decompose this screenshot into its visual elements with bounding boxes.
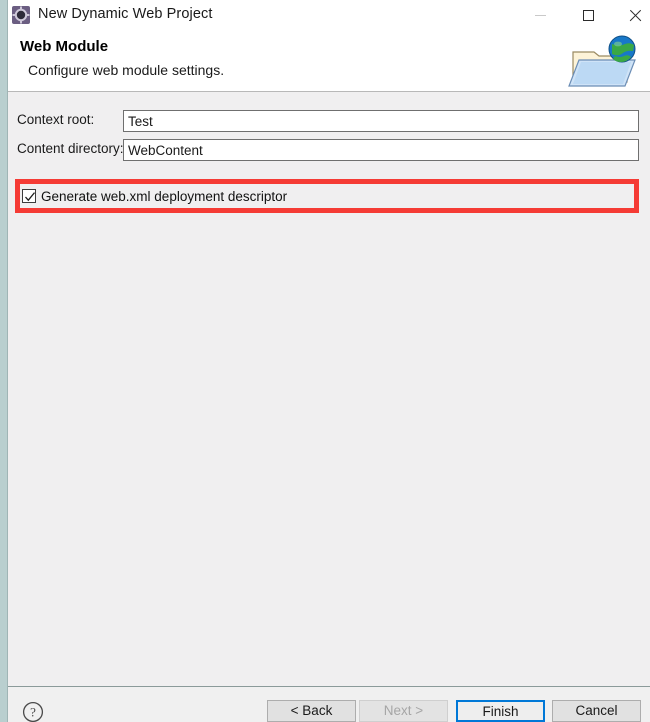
cancel-button[interactable]: Cancel: [552, 700, 641, 722]
generate-webxml-checkbox-label: Generate web.xml deployment descriptor: [41, 188, 288, 204]
content-directory-row: Content directory:: [8, 139, 650, 161]
eclipse-project-icon: [11, 5, 31, 25]
minimize-icon[interactable]: [518, 0, 563, 31]
back-button[interactable]: < Back: [267, 700, 356, 722]
dialog-footer: ? < Back Next > Finish Cancel: [8, 687, 650, 722]
wizard-header: Web Module Configure web module settings…: [8, 31, 650, 92]
close-icon[interactable]: [612, 0, 650, 31]
svg-text:?: ?: [30, 705, 36, 720]
page-title: Web Module: [20, 38, 109, 55]
page-subtitle: Configure web module settings.: [28, 62, 225, 78]
help-icon[interactable]: ?: [22, 701, 44, 722]
context-root-row: Context root:: [8, 110, 650, 132]
generate-webxml-checkbox-row[interactable]: Generate web.xml deployment descriptor: [15, 186, 639, 206]
content-directory-input[interactable]: [123, 139, 639, 161]
title-bar: New Dynamic Web Project: [8, 0, 650, 31]
finish-button[interactable]: Finish: [456, 700, 545, 722]
content-directory-label: Content directory:: [17, 141, 124, 156]
checkbox-checked-icon[interactable]: [22, 189, 36, 203]
window-title: New Dynamic Web Project: [38, 6, 213, 22]
dialog-body: Context root: Content directory: Generat…: [8, 92, 650, 686]
maximize-icon[interactable]: [566, 0, 611, 31]
new-dynamic-web-project-dialog: New Dynamic Web Project Web Module Confi…: [7, 0, 650, 722]
context-root-label: Context root:: [17, 112, 95, 127]
web-folder-globe-icon: [565, 32, 643, 90]
next-button[interactable]: Next >: [359, 700, 448, 722]
context-root-input[interactable]: [123, 110, 639, 132]
